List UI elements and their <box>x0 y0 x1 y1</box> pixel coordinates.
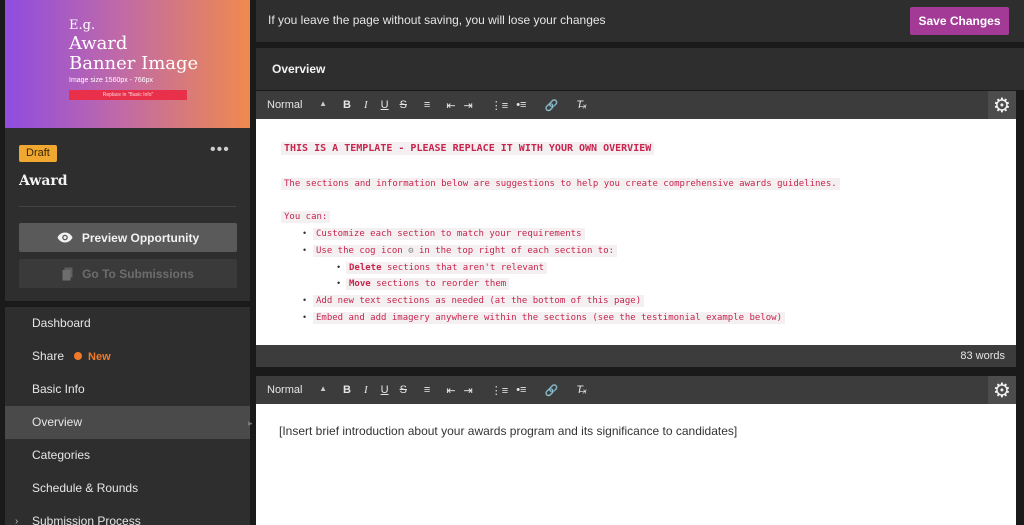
clear-format-icon[interactable]: T̶ₓ <box>576 99 587 111</box>
sidebar-item-label: Categories <box>32 448 91 462</box>
opportunity-panel: E.g. Award Banner Image Image size 1560p… <box>5 0 250 301</box>
bullet-icon: • <box>303 245 307 255</box>
bold-icon[interactable]: B <box>343 384 351 396</box>
format-select-value: Normal <box>267 99 303 111</box>
unsaved-warning: If you leave the page without saving, yo… <box>268 13 606 27</box>
gear-icon[interactable]: ⚙ <box>988 376 1016 404</box>
bullet-icon: • <box>303 295 307 305</box>
submissions-label: Go To Submissions <box>82 266 194 281</box>
outdent-icon[interactable]: ⇤ <box>446 384 455 397</box>
intro-text: The sections and information below are s… <box>281 178 840 190</box>
overview-editor[interactable]: THIS IS A TEMPLATE - PLEASE REPLACE IT W… <box>256 119 1016 345</box>
outdent-icon[interactable]: ⇤ <box>446 99 455 112</box>
banner-size-note: Image size 1560px - 766px <box>69 77 154 84</box>
sidebar-item-basic-info[interactable]: Basic Info <box>5 373 250 406</box>
select-arrows-icon: ▲ <box>319 99 327 108</box>
sidebar-item-label: Dashboard <box>32 316 91 330</box>
format-select[interactable]: Normal ▲ <box>267 99 327 111</box>
preview-label: Preview Opportunity <box>81 230 200 245</box>
sidebar-item-categories[interactable]: Categories <box>5 439 250 472</box>
align-left-icon[interactable]: ≡ <box>424 99 430 111</box>
sidebar-item-label: Overview <box>32 415 83 429</box>
italic-icon[interactable]: I <box>364 384 368 396</box>
banner-replace-note: Replace in "Basic Info" <box>69 90 187 100</box>
you-can-text: You can: <box>281 211 331 223</box>
section-title: Overview <box>272 62 326 76</box>
strikethrough-icon[interactable]: S <box>400 384 407 396</box>
word-count: 83 words <box>256 345 1016 367</box>
sidebar-item-label: Schedule & Rounds <box>32 481 139 495</box>
sidebar-item-submission-process[interactable]: › Submission Process <box>5 505 250 525</box>
list-item: Customize each section to match your req… <box>313 228 585 240</box>
italic-icon[interactable]: I <box>364 99 368 111</box>
ordered-list-icon[interactable]: ⋮≡ <box>491 99 508 112</box>
intro-editor[interactable]: [Insert brief introduction about your aw… <box>256 404 1016 525</box>
banner-image: E.g. Award Banner Image Image size 1560p… <box>5 0 250 128</box>
section-header: Overview <box>256 48 1024 90</box>
format-select-value: Normal <box>267 384 303 396</box>
banner-line-1: Award <box>69 33 128 54</box>
collapse-arrow-icon[interactable]: ▸ <box>248 418 253 429</box>
underline-icon[interactable]: U <box>381 99 389 111</box>
sidebar-item-dashboard[interactable]: Dashboard <box>5 307 250 340</box>
bullet-list-icon[interactable]: •≡ <box>516 384 526 396</box>
bullet-list-icon[interactable]: •≡ <box>516 99 526 111</box>
bullet-icon: • <box>303 312 307 322</box>
clear-format-icon[interactable]: T̶ₓ <box>576 384 587 396</box>
document-icon <box>62 267 73 280</box>
sidebar-item-share[interactable]: Share New <box>5 340 250 373</box>
indent-icon[interactable]: ⇥ <box>464 99 473 112</box>
list-item: Delete sections that aren't relevant <box>346 262 548 274</box>
select-arrows-icon: ▲ <box>319 384 327 393</box>
gear-icon: ⚙ <box>408 246 414 256</box>
sidebar-item-label: Basic Info <box>32 382 85 396</box>
ordered-list-icon[interactable]: ⋮≡ <box>491 384 508 397</box>
sidebar-item-label: Submission Process <box>32 514 141 525</box>
editor-toolbar: Normal ▲ B I U S ≡ ⇤ ⇥ ⋮≡ •≡ 🔗 T̶ₓ <box>256 376 1016 404</box>
gear-icon[interactable]: ⚙ <box>988 91 1016 119</box>
list-item: Move sections to reorder them <box>346 278 510 290</box>
intro-placeholder-text: [Insert brief introduction about your aw… <box>279 424 738 438</box>
format-select[interactable]: Normal ▲ <box>267 384 327 396</box>
editor-toolbar: Normal ▲ B I U S ≡ ⇤ ⇥ ⋮≡ •≡ 🔗 T̶ₓ <box>256 91 1016 119</box>
banner-line-2: Banner Image <box>69 53 199 74</box>
opportunity-title: Award <box>19 173 68 189</box>
link-icon[interactable]: 🔗 <box>544 384 558 397</box>
sidebar-nav: Dashboard Share New Basic Info Overview C… <box>5 307 250 525</box>
sidebar-item-schedule-rounds[interactable]: Schedule & Rounds <box>5 472 250 505</box>
ellipsis-icon[interactable]: ••• <box>210 142 230 161</box>
chevron-right-icon: › <box>15 516 19 525</box>
list-item: Embed and add imagery anywhere within th… <box>313 312 785 324</box>
banner-eg: E.g. <box>69 18 96 33</box>
bullet-icon: • <box>337 262 341 272</box>
bullet-icon: • <box>337 278 341 288</box>
new-badge: New <box>88 351 111 363</box>
link-icon[interactable]: 🔗 <box>544 99 558 112</box>
template-heading: THIS IS A TEMPLATE - PLEASE REPLACE IT W… <box>281 142 655 155</box>
bold-icon[interactable]: B <box>343 99 351 111</box>
bullet-icon: • <box>303 228 307 238</box>
underline-icon[interactable]: U <box>381 384 389 396</box>
sidebar-item-overview[interactable]: Overview <box>5 406 250 439</box>
list-item: Add new text sections as needed (at the … <box>313 295 645 307</box>
unsaved-changes-bar: If you leave the page without saving, yo… <box>256 0 1024 42</box>
indent-icon[interactable]: ⇥ <box>464 384 473 397</box>
list-item: Use the cog icon ⚙ in the top right of e… <box>313 245 618 257</box>
sidebar-item-label: Share <box>32 349 65 363</box>
save-changes-button[interactable]: Save Changes <box>910 7 1009 35</box>
go-to-submissions-button[interactable]: Go To Submissions <box>19 259 237 288</box>
new-dot-icon <box>74 351 83 360</box>
divider <box>19 206 236 207</box>
align-left-icon[interactable]: ≡ <box>424 384 430 396</box>
status-badge: Draft <box>19 145 57 162</box>
eye-icon <box>57 232 73 243</box>
preview-opportunity-button[interactable]: Preview Opportunity <box>19 223 237 252</box>
strikethrough-icon[interactable]: S <box>400 99 407 111</box>
